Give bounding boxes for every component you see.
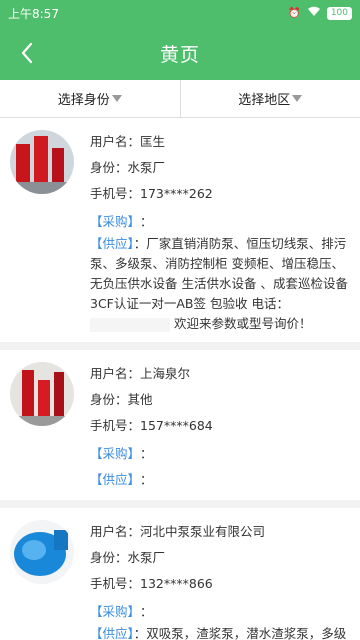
alarm-icon: ⏰ xyxy=(288,7,301,19)
supply-text: 【供应】：双吸泵，渣浆泵，潜水渣浆泵，多级泵，压滤机入料泵 xyxy=(90,624,350,640)
navbar: 黄页 xyxy=(0,26,360,80)
triangle-down-icon xyxy=(292,95,303,102)
list-item[interactable]: 用户名： 上海泉尔 身份： 其他 手机号： 157****684 【采购】： 【… xyxy=(0,350,360,500)
filter-identity-label: 选择身份 xyxy=(57,93,110,108)
identity-value: 水泵厂 xyxy=(127,549,166,565)
purchase-tag: 【采购】 xyxy=(90,603,141,619)
supply-tag: 【供应】 xyxy=(90,236,134,251)
filter-bar: 选择身份 选择地区 xyxy=(0,80,360,118)
supply-tail: 欢迎来参数或型号询价！ xyxy=(173,316,312,331)
phone-value: 132****866 xyxy=(140,575,213,591)
username-value: 匡生 xyxy=(140,133,166,149)
identity-value: 水泵厂 xyxy=(127,159,166,175)
username-value: 河北中泵泵业有限公司 xyxy=(140,523,266,539)
status-time: 上午8:57 xyxy=(8,6,59,21)
page-title: 黄页 xyxy=(159,43,200,66)
phone-value: 173****262 xyxy=(140,185,213,201)
supply-tag: 【供应】 xyxy=(90,626,134,640)
list-item[interactable]: 用户名： 河北中泵泵业有限公司 身份： 水泵厂 手机号： 132****866 … xyxy=(0,508,360,640)
battery-icon: 100 xyxy=(326,6,352,20)
triangle-down-icon xyxy=(111,95,122,102)
purchase-tag: 【采购】 xyxy=(90,213,141,229)
list-item[interactable]: 用户名： 匡生 身份： 水泵厂 手机号： 173****262 【采购】： 【供… xyxy=(0,118,360,342)
phone-value: 157****684 xyxy=(140,417,213,433)
username-value: 上海泉尔 xyxy=(140,365,191,381)
avatar xyxy=(10,520,74,584)
header-bar: 上午8:57 ⏰ 100 黄页 xyxy=(0,0,360,80)
filter-identity[interactable]: 选择身份 xyxy=(0,80,180,117)
filter-region[interactable]: 选择地区 xyxy=(179,80,360,117)
supply-tag: 【供应】 xyxy=(90,471,141,487)
back-icon[interactable] xyxy=(14,38,44,68)
status-bar: 上午8:57 ⏰ 100 xyxy=(0,0,360,26)
supply-text: 【供应】：厂家直销消防泵、恒压切线泵、排污泵、多级泵、消防控制柜 变频柜、增压稳… xyxy=(90,236,348,332)
wifi-icon xyxy=(307,6,321,20)
identity-value: 其他 xyxy=(127,391,153,407)
purchase-tag: 【采购】 xyxy=(90,445,141,461)
filter-region-label: 选择地区 xyxy=(238,93,291,108)
redacted-area xyxy=(90,317,170,332)
avatar xyxy=(10,130,74,194)
avatar xyxy=(10,362,74,426)
listing-list: 用户名： 匡生 身份： 水泵厂 手机号： 173****262 【采购】： 【供… xyxy=(0,118,360,640)
